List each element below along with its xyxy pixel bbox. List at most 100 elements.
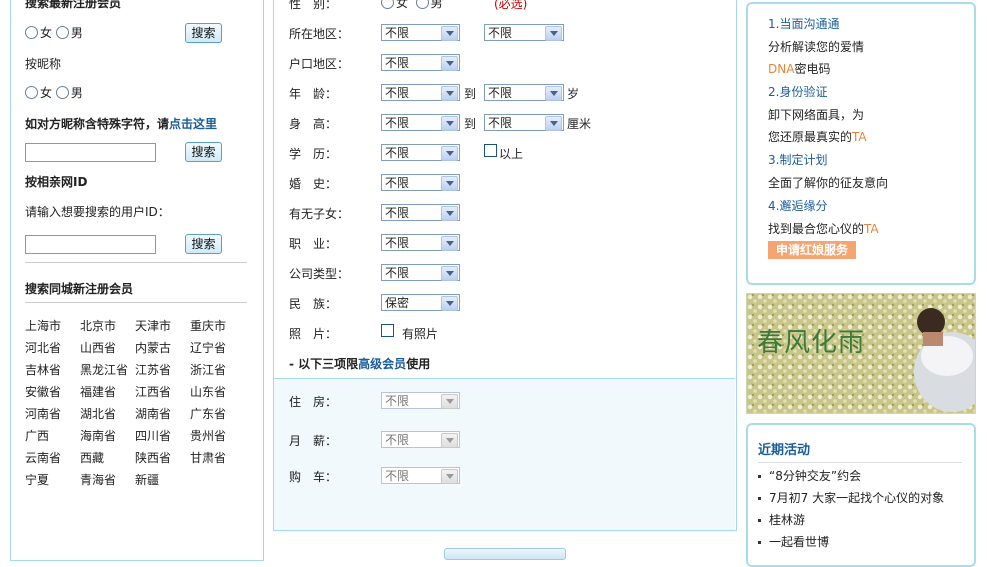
city-link[interactable]: 重庆市 — [190, 317, 226, 334]
job-label: 职 业： — [289, 237, 338, 251]
search-button-id[interactable]: 搜索 — [185, 234, 222, 254]
step-4-title: 4.邂逅缘分 — [768, 199, 828, 213]
city-link[interactable]: 安徽省 — [25, 383, 61, 400]
city-search-title: 搜索同城新注册会员 — [25, 282, 134, 296]
city-link[interactable]: 云南省 — [25, 449, 61, 466]
step-4-text: 找到最合您心仪的 — [768, 222, 865, 236]
event-item[interactable]: 7月初7 大家一起找个心仪的对象 — [758, 489, 944, 506]
event-item[interactable]: 一起看世博 — [758, 533, 829, 550]
salary-select[interactable]: 不限 — [381, 431, 460, 448]
city-link[interactable]: 天津市 — [135, 317, 171, 334]
chevron-down-icon — [441, 56, 458, 71]
city-link[interactable]: 浙江省 — [190, 361, 226, 378]
search-button-newest[interactable]: 搜索 — [185, 23, 222, 43]
region-province-select[interactable]: 不限 — [381, 24, 460, 41]
city-link[interactable]: 湖南省 — [135, 405, 171, 422]
event-item[interactable]: 桂林游 — [758, 511, 805, 528]
chevron-down-icon — [545, 26, 562, 41]
city-link[interactable]: 四川省 — [135, 427, 171, 444]
city-link[interactable]: 黑龙江省 — [80, 361, 128, 378]
gender-radio-group: 女 男 — [25, 24, 83, 41]
marriage-select[interactable]: 不限 — [381, 174, 460, 191]
city-link[interactable]: 河南省 — [25, 405, 61, 422]
city-link[interactable]: 青海省 — [80, 471, 116, 488]
has-photo-checkbox[interactable] — [381, 324, 394, 337]
city-link[interactable]: 江苏省 — [135, 361, 171, 378]
city-link[interactable]: 西藏 — [80, 449, 104, 466]
city-link[interactable]: 辽宁省 — [190, 339, 226, 356]
city-link[interactable]: 吉林省 — [25, 361, 61, 378]
select-value: 不限 — [385, 116, 410, 130]
age-to-label: 到 — [464, 87, 477, 101]
city-link[interactable]: 甘肃省 — [190, 449, 226, 466]
city-link[interactable]: 北京市 — [80, 317, 116, 334]
search-button-nickname[interactable]: 搜索 — [185, 142, 222, 162]
city-link[interactable]: 山西省 — [80, 339, 116, 356]
nickname-female-radio[interactable] — [25, 86, 38, 99]
female-radio[interactable] — [25, 26, 38, 39]
user-id-input[interactable] — [25, 235, 156, 254]
spring-breeze-banner[interactable]: 春风化雨 — [746, 293, 976, 414]
step-2-text: 您还原最真实的 — [768, 130, 853, 144]
city-link[interactable]: 海南省 — [80, 427, 116, 444]
height-to-label: 到 — [464, 117, 477, 131]
city-link[interactable]: 河北省 — [25, 339, 61, 356]
city-link[interactable]: 内蒙古 — [135, 339, 171, 356]
click-here-link[interactable]: 点击这里 — [169, 117, 217, 131]
male-radio[interactable] — [55, 26, 69, 39]
city-link[interactable]: 上海市 — [25, 317, 61, 334]
education-above-checkbox[interactable] — [484, 144, 497, 157]
city-link[interactable]: 贵州省 — [190, 427, 226, 444]
city-link[interactable]: 宁夏 — [25, 471, 49, 488]
children-select[interactable]: 不限 — [381, 204, 460, 221]
ta-text: TA — [864, 222, 879, 236]
car-select[interactable]: 不限 — [381, 467, 460, 484]
hukou-label: 户口地区： — [289, 57, 350, 71]
job-select[interactable]: 不限 — [381, 234, 460, 251]
city-link[interactable]: 江西省 — [135, 383, 171, 400]
city-link[interactable]: 新疆 — [135, 471, 159, 488]
hukou-select[interactable]: 不限 — [381, 54, 460, 71]
chevron-down-icon — [441, 394, 458, 409]
female-label: 女 — [396, 0, 409, 10]
nickname-input[interactable] — [25, 143, 156, 162]
select-value: 不限 — [385, 236, 410, 250]
age-from-select[interactable]: 不限 — [381, 84, 460, 101]
chevron-down-icon — [441, 26, 458, 41]
city-link[interactable]: 湖北省 — [80, 405, 116, 422]
housing-label: 住 房： — [289, 395, 338, 409]
form-male-radio[interactable] — [415, 0, 429, 9]
photo-label: 照 片： — [289, 327, 338, 341]
select-value: 不限 — [385, 266, 410, 280]
housing-select[interactable]: 不限 — [381, 392, 460, 409]
submit-search-button[interactable] — [444, 548, 566, 560]
divider — [25, 262, 247, 263]
special-chars-text: 如对方昵称含特殊字符，请 — [25, 117, 170, 131]
select-value: 不限 — [488, 116, 513, 130]
city-link[interactable]: 广西 — [25, 427, 49, 444]
nation-select[interactable]: 保密 — [381, 294, 460, 311]
nickname-gender-radio-group: 女 男 — [25, 84, 83, 101]
chevron-down-icon — [441, 469, 458, 484]
apply-matchmaker-button[interactable]: 申请红娘服务 — [768, 241, 856, 259]
age-to-select[interactable]: 不限 — [484, 84, 564, 101]
region-city-select[interactable]: 不限 — [484, 24, 564, 41]
city-link[interactable]: 广东省 — [190, 405, 226, 422]
select-value: 不限 — [385, 206, 410, 220]
height-to-select[interactable]: 不限 — [484, 114, 564, 131]
form-female-radio[interactable] — [381, 0, 394, 9]
education-select[interactable]: 不限 — [381, 144, 460, 161]
ta-text: TA — [852, 130, 867, 144]
chevron-down-icon — [441, 296, 458, 311]
height-from-select[interactable]: 不限 — [381, 114, 460, 131]
step-2-desc-1: 卸下网络面具，为 — [768, 108, 865, 122]
city-link[interactable]: 陕西省 — [135, 449, 171, 466]
region-label: 所在地区： — [289, 27, 350, 41]
premium-member-link[interactable]: 高级会员 — [358, 357, 406, 371]
nickname-male-radio[interactable] — [55, 86, 69, 99]
company-type-select[interactable]: 不限 — [381, 264, 460, 281]
above-label: 以上 — [499, 147, 524, 161]
city-link[interactable]: 福建省 — [80, 383, 116, 400]
city-link[interactable]: 山东省 — [190, 383, 226, 400]
event-item[interactable]: “8分钟交友”约会 — [758, 467, 861, 484]
